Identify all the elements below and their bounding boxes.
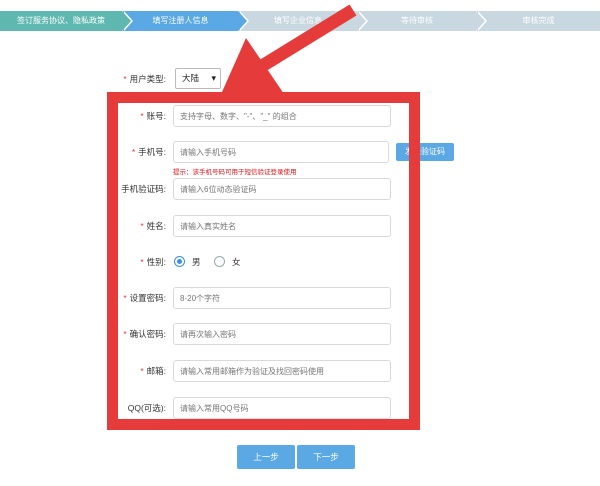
- annotation-arrow-icon: [222, 4, 357, 94]
- prev-step-button[interactable]: 上一步: [237, 445, 295, 469]
- next-step-button[interactable]: 下一步: [297, 445, 355, 469]
